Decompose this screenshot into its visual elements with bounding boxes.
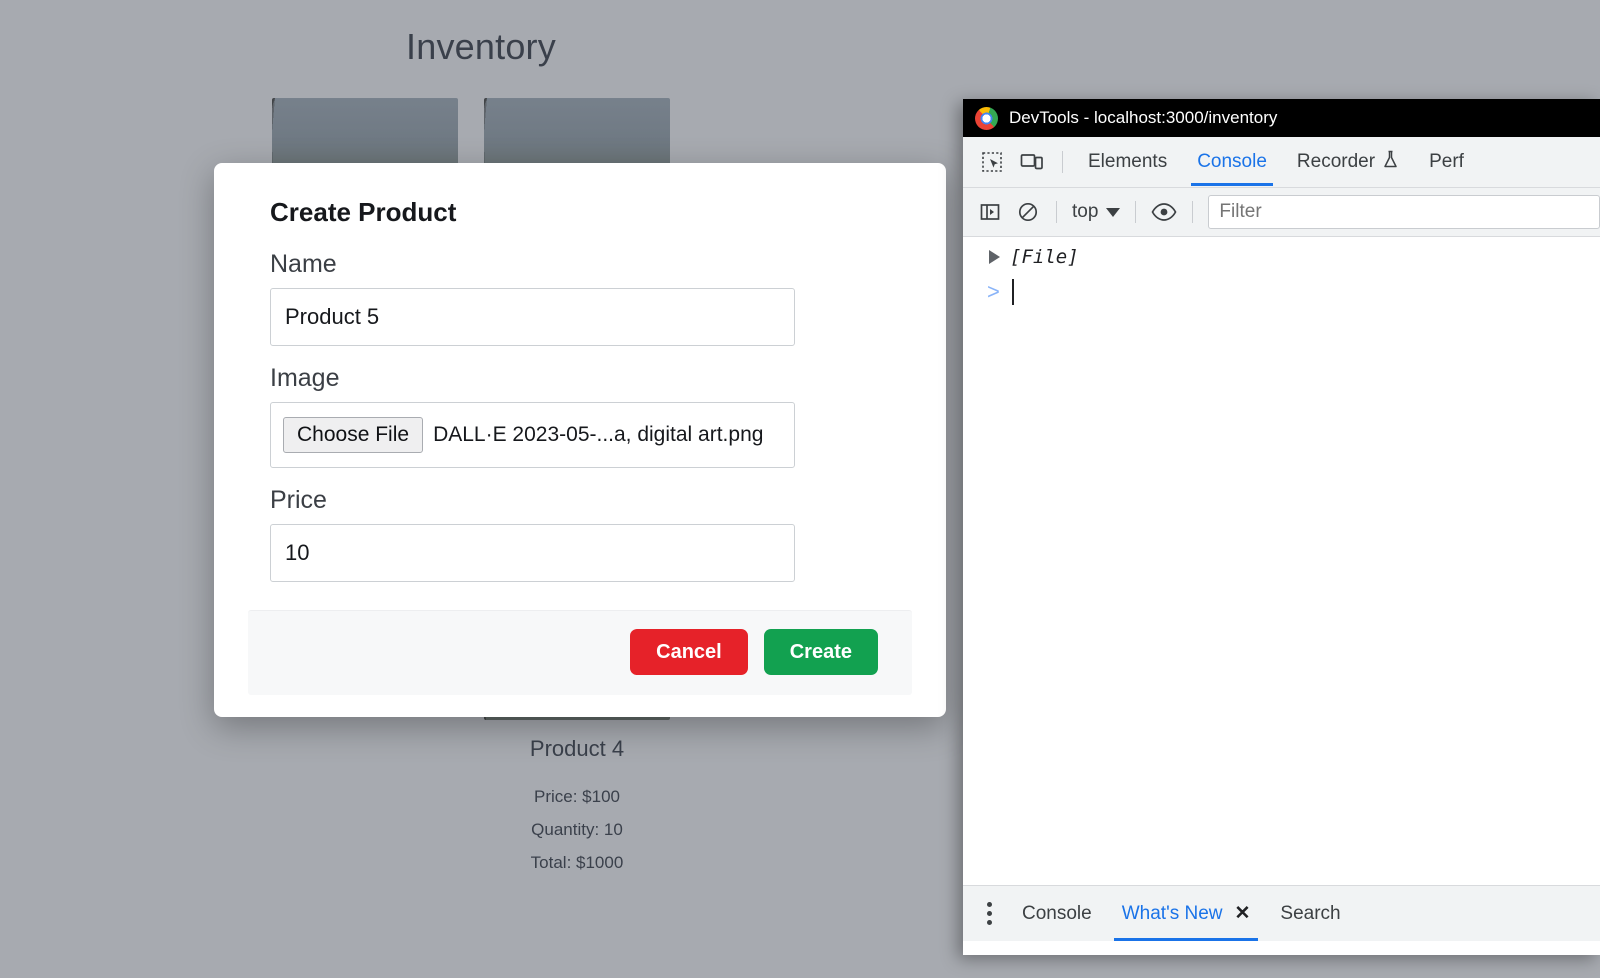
close-icon[interactable]: ✕ (1234, 902, 1250, 925)
filterbar-divider-2 (1135, 201, 1137, 223)
prompt-chevron-icon: > (987, 279, 1000, 304)
name-label: Name (270, 250, 337, 278)
name-input[interactable] (270, 288, 795, 346)
chevron-down-icon (1106, 207, 1121, 217)
devtools-titlebar: DevTools - localhost:3000/inventory (963, 99, 1600, 137)
toolbar-divider (1062, 151, 1063, 173)
console-log-entry[interactable]: [File] (963, 241, 1600, 273)
screen: Inventory Product 4 Price: $100 Quantity… (0, 0, 1600, 978)
drawer-tab-whats-new[interactable]: What's New ✕ (1108, 886, 1265, 941)
choose-file-button[interactable]: Choose File (283, 417, 424, 453)
console-context-selector[interactable]: top (1066, 201, 1126, 223)
drawer-tab-search[interactable]: Search (1266, 887, 1354, 941)
modal-body: Create Product Name Image Choose File DA… (214, 163, 946, 600)
more-options-icon[interactable] (981, 894, 1006, 933)
chrome-logo-icon (975, 106, 998, 130)
price-input[interactable] (270, 524, 795, 582)
drawer-tab-console[interactable]: Console (1008, 887, 1106, 941)
console-context-label: top (1072, 201, 1099, 222)
tab-console[interactable]: Console (1183, 138, 1281, 186)
devtools-window: DevTools - localhost:3000/inventory Elem… (963, 99, 1600, 955)
console-input-line[interactable]: > (963, 273, 1600, 311)
devtools-window-title: DevTools - localhost:3000/inventory (1009, 108, 1278, 127)
image-file-input[interactable]: Choose File DALL·E 2023-05-...a, digital… (270, 402, 795, 468)
create-product-modal: Create Product Name Image Choose File DA… (214, 163, 946, 717)
drawer-tab-whats-new-label: What's New (1121, 902, 1223, 924)
create-button[interactable]: Create (763, 629, 878, 675)
console-sidebar-icon[interactable] (971, 193, 1009, 231)
filterbar-divider-3 (1192, 201, 1194, 223)
tab-performance[interactable]: Perf (1415, 138, 1478, 186)
console-filter-input[interactable] (1208, 195, 1600, 229)
disclosure-triangle-icon[interactable] (989, 250, 1000, 264)
tab-elements[interactable]: Elements (1074, 138, 1181, 186)
tab-console-label: Console (1197, 151, 1267, 172)
selected-file-name: DALL·E 2023-05-...a, digital art.png (433, 423, 764, 446)
filterbar-divider (1056, 201, 1057, 223)
device-toolbar-icon[interactable] (1013, 143, 1051, 181)
text-caret (1011, 279, 1014, 305)
devtools-drawer-tabbar: Console What's New ✕ Search (963, 885, 1600, 941)
cancel-button[interactable]: Cancel (630, 629, 748, 675)
modal-title: Create Product (270, 197, 457, 227)
live-expression-icon[interactable] (1145, 193, 1183, 231)
devtools-tabbar: Elements Console Recorder Perf (963, 137, 1600, 188)
inspect-element-icon[interactable] (973, 143, 1011, 181)
tab-recorder-label: Recorder (1296, 151, 1376, 172)
console-log-text: [File] (1010, 246, 1079, 268)
image-label: Image (270, 364, 340, 392)
console-output[interactable]: [File] > (963, 237, 1600, 885)
clear-console-icon[interactable] (1009, 193, 1047, 231)
modal-footer: Cancel Create (248, 610, 912, 695)
tab-recorder[interactable]: Recorder (1283, 137, 1413, 188)
devtools-console-filterbar: top (963, 188, 1600, 237)
flask-icon (1382, 150, 1399, 175)
price-label: Price (270, 486, 327, 514)
